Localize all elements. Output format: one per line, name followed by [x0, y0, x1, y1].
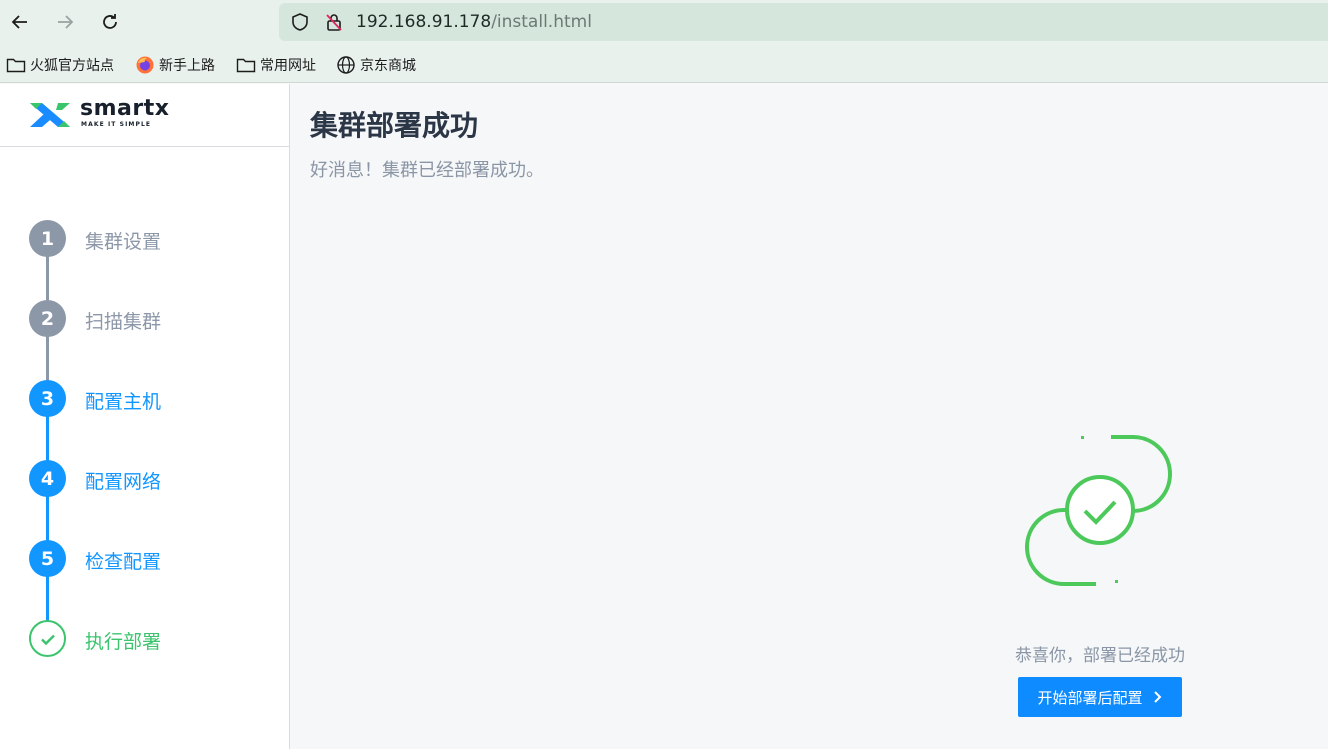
bookmark-firefox-official[interactable]: 火狐官方站点 — [6, 55, 114, 75]
bookmarks-bar: 火狐官方站点 新手上路 常用网址 京东商城 — [0, 46, 1328, 83]
start-post-deploy-config-button[interactable]: 开始部署后配置 — [1018, 677, 1182, 717]
main-content: 集群部署成功 好消息！集群已经部署成功。 恭喜你，部署已经成功 开始部署后配置 — [291, 84, 1328, 749]
brand-name: smartx — [80, 96, 170, 121]
step-label: 配置主机 — [85, 391, 162, 413]
step-connector — [46, 576, 49, 621]
step-label: 集群设置 — [85, 231, 162, 253]
success-link-illustration-icon — [1025, 435, 1172, 586]
step-connector — [46, 416, 49, 461]
page-title: 集群部署成功 — [310, 109, 479, 142]
step-label: 配置网络 — [85, 471, 162, 493]
arrow-left-icon — [11, 15, 27, 29]
step-number: 1 — [29, 220, 66, 257]
insecure-lock-icon — [326, 14, 342, 31]
brand-tagline: MAKE IT SIMPLE — [81, 121, 152, 128]
page-subtitle: 好消息！集群已经部署成功。 — [310, 160, 544, 181]
reload-icon — [103, 14, 117, 29]
check-icon — [40, 634, 55, 645]
shield-icon — [292, 13, 308, 31]
step-number: 5 — [29, 540, 66, 577]
folder-icon — [6, 58, 26, 73]
folder-icon — [236, 58, 256, 73]
step-connector — [46, 256, 49, 301]
chevron-right-icon — [1153, 691, 1161, 703]
back-button[interactable] — [5, 7, 35, 37]
step-label: 执行部署 — [85, 631, 162, 653]
url-bar[interactable]: 192.168.91.178/install.html — [279, 3, 1328, 41]
step-number: 4 — [29, 460, 66, 497]
button-label: 开始部署后配置 — [1037, 688, 1143, 707]
globe-icon — [337, 56, 355, 74]
logo-area: smartx MAKE IT SIMPLE — [0, 84, 289, 147]
step-label: 扫描集群 — [85, 311, 162, 333]
reload-button[interactable] — [95, 7, 125, 37]
arrow-right-icon — [58, 15, 74, 29]
step-label: 检查配置 — [85, 551, 162, 573]
step-check-circle — [29, 620, 66, 657]
forward-button[interactable] — [50, 7, 80, 37]
step-number: 3 — [29, 380, 66, 417]
firefox-icon — [136, 56, 154, 74]
bookmark-getting-started[interactable]: 新手上路 — [135, 55, 215, 75]
step-connector — [46, 336, 49, 381]
smartx-logo-icon — [30, 103, 70, 127]
browser-toolbar: 192.168.91.178/install.html — [0, 0, 1328, 46]
success-message: 恭喜你，部署已经成功 — [1015, 646, 1185, 666]
step-connector — [46, 496, 49, 541]
wizard-sidebar: smartx MAKE IT SIMPLE 1 集群设置 2 扫描集群 3 配置… — [0, 84, 290, 749]
step-number: 2 — [29, 300, 66, 337]
bookmark-common-sites[interactable]: 常用网址 — [236, 55, 316, 75]
url-text: 192.168.91.178/install.html — [356, 12, 592, 32]
bookmark-jd-mall[interactable]: 京东商城 — [336, 55, 416, 75]
